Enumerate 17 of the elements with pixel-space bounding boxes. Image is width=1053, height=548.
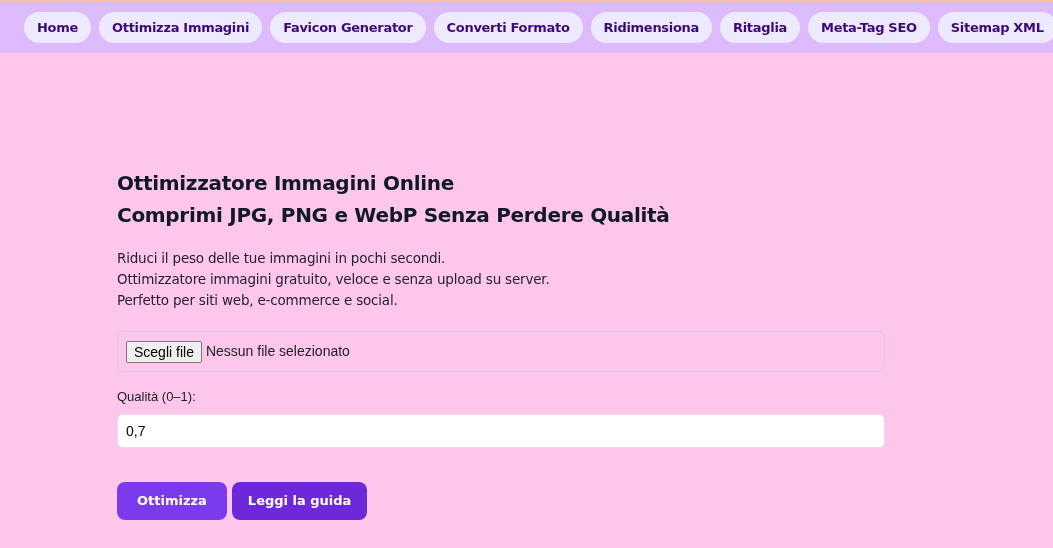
quality-input[interactable]: 0,7 [117,413,885,448]
nav-link[interactable]: Converti Formato [433,12,583,43]
action-button[interactable]: Ottimizza [117,481,227,520]
file-input[interactable]: Scegli file Nessun file selezionato [117,331,885,372]
intro-text: Riduci il peso delle tue immagini in pochi secondi. Ottimizzatore immagini gratuito, veloce e senza upload su server. Perfetto per siti web, e-commerce e social. [117,249,551,310]
nav-link[interactable]: Home [24,12,91,43]
nav-link[interactable]: Meta-Tag SEO [808,12,930,43]
nav-link[interactable]: Ritaglia [720,12,801,43]
page-title: Ottimizzatore Immagini Online Comprimi JPG, PNG e WebP Senza Perdere Qualità [117,170,671,229]
nav-link[interactable]: Ottimizza Immagini [99,12,263,43]
nav-link[interactable]: Sitemap XML [937,12,1053,43]
action-button[interactable]: Leggi la guida [231,481,368,520]
choose-file-button[interactable]: Scegli file [126,340,202,363]
nav-link[interactable]: Ridimensiona [590,12,712,43]
file-status: Nessun file selezionato [205,342,350,361]
nav-link[interactable]: Favicon Generator [270,12,426,43]
quality-label: Qualità (0–1): [117,388,197,406]
